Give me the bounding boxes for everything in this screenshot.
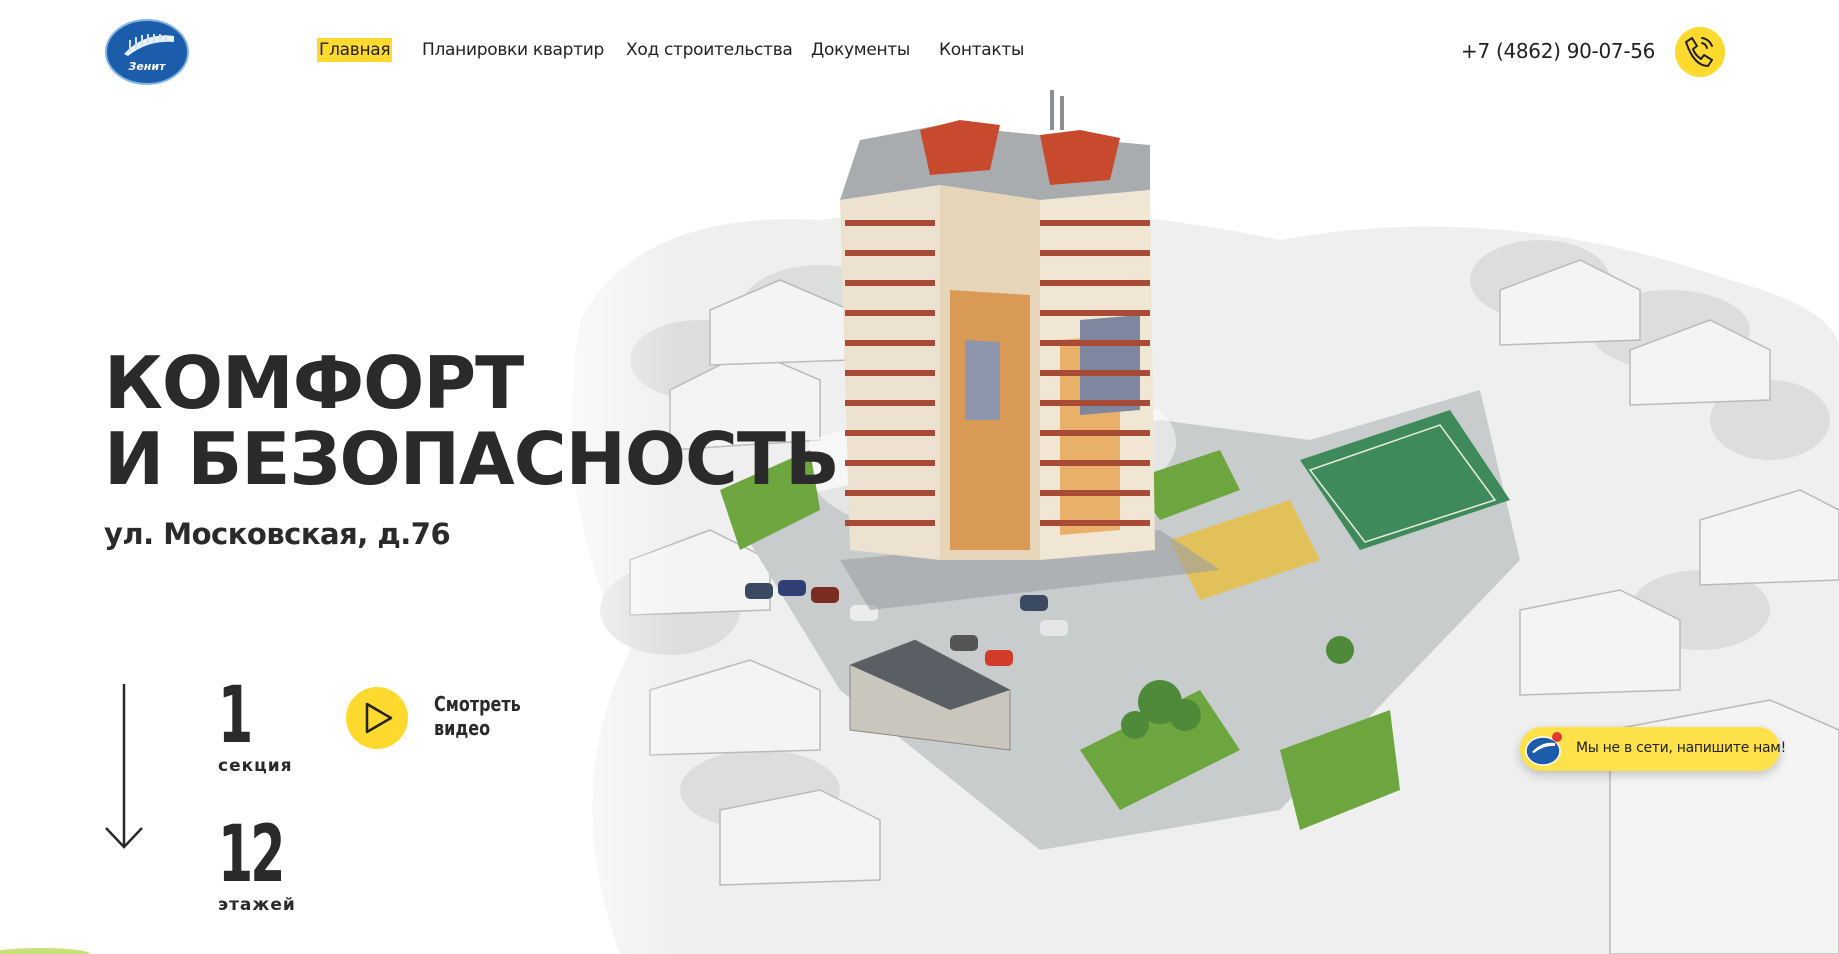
watch-video-line2: видео xyxy=(434,716,491,740)
stat-floors-label: этажей xyxy=(218,895,296,915)
watch-video-line1: Смотреть xyxy=(434,692,521,716)
hero-title-line1: КОМФОРТ xyxy=(104,341,524,425)
nav-item-documents[interactable]: Документы xyxy=(811,38,910,62)
logo-text: Зенит xyxy=(129,60,167,73)
nav-item-floor-plans[interactable]: Планировки квартир xyxy=(422,38,604,62)
chat-widget[interactable]: Мы не в сети, напишите нам! xyxy=(1520,727,1786,771)
play-video-button[interactable] xyxy=(345,686,409,750)
chat-logo-icon xyxy=(1525,732,1562,766)
nav-item-contacts[interactable]: Контакты xyxy=(939,38,1024,62)
call-button[interactable] xyxy=(1672,24,1726,78)
stat-floors-value: 12 xyxy=(218,810,285,900)
chat-status-text: Мы не в сети, напишите нам! xyxy=(1576,740,1786,756)
arrow-down-icon[interactable] xyxy=(104,684,144,850)
address: ул. Московская, д.76 xyxy=(104,517,451,551)
decorative-green-edge xyxy=(0,948,90,954)
nav-item-home[interactable]: Главная xyxy=(317,38,393,62)
stat-sections-label: секция xyxy=(218,756,293,776)
hero-title: КОМФОРТ И БЕЗОПАСНОСТЬ xyxy=(104,341,840,501)
logo[interactable]: Зенит xyxy=(104,18,190,86)
nav-item-construction-progress[interactable]: Ход строительства xyxy=(626,38,793,62)
hero-title-line2: И БЕЗОПАСНОСТЬ xyxy=(104,417,840,501)
residential-complex-illustration xyxy=(520,90,1839,954)
watch-video-link[interactable]: Смотреть видео xyxy=(434,692,521,740)
phone-link[interactable]: +7 (4862) 90-07-56 xyxy=(1461,38,1655,64)
stat-sections-value: 1 xyxy=(218,671,253,761)
